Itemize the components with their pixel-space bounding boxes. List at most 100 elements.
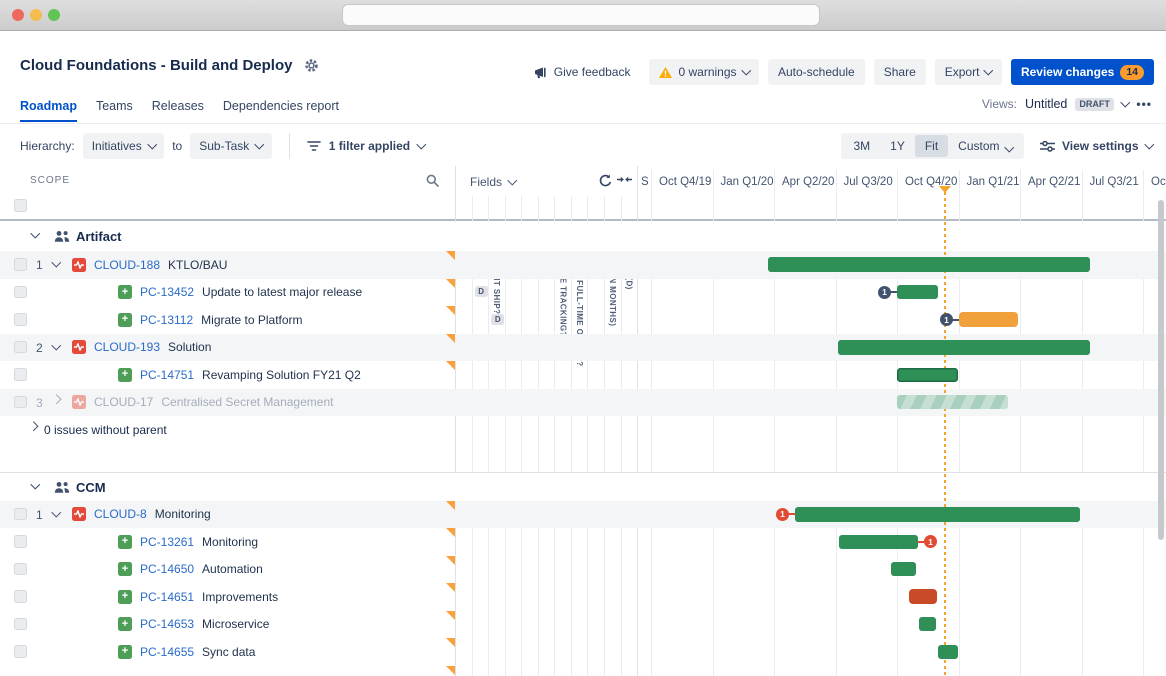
warnings-button[interactable]: 0 warnings: [649, 59, 759, 85]
timeframe-fit[interactable]: Fit: [915, 135, 948, 157]
issue-cell: +PC-14655Sync data: [118, 638, 255, 666]
hierarchy-label: Hierarchy:: [20, 139, 75, 153]
issue-key-link[interactable]: PC-14751: [140, 368, 194, 382]
gear-icon[interactable]: [304, 58, 319, 73]
fields-dropdown[interactable]: Fields: [470, 175, 516, 189]
tab-roadmap[interactable]: Roadmap: [20, 99, 77, 122]
close-window-button[interactable]: [12, 9, 24, 21]
row-checkbox[interactable]: [14, 341, 27, 354]
give-feedback-button[interactable]: Give feedback: [524, 59, 641, 85]
gantt-bar[interactable]: [838, 340, 1090, 355]
issue-row[interactable]: +PC-14655Sync data: [0, 638, 1166, 666]
initiative-type-icon: [72, 340, 86, 354]
row-checkbox[interactable]: [14, 368, 27, 381]
row-checkbox[interactable]: [14, 645, 27, 658]
timeframe-3m[interactable]: 3M: [843, 135, 880, 157]
issues-without-parent-row[interactable]: 0 issues without parent: [0, 416, 455, 444]
issue-key-link[interactable]: CLOUD-193: [94, 340, 160, 354]
expand-row-icon[interactable]: [52, 394, 61, 403]
share-button[interactable]: Share: [874, 59, 926, 85]
plan-tabs: Roadmap Teams Releases Dependencies report: [20, 99, 339, 122]
chevron-down-icon: [1144, 140, 1153, 149]
view-settings-button[interactable]: View settings: [1040, 139, 1152, 153]
issue-key-link[interactable]: PC-14653: [140, 617, 194, 631]
give-feedback-label: Give feedback: [554, 65, 631, 79]
dependency-badge[interactable]: 1: [878, 286, 891, 299]
vertical-scrollbar[interactable]: [1158, 200, 1164, 540]
more-options-button[interactable]: •••: [1136, 97, 1152, 111]
dependency-badge[interactable]: 1: [776, 508, 789, 521]
row-checkbox[interactable]: [14, 286, 27, 299]
row-checkbox[interactable]: [14, 590, 27, 603]
tab-teams[interactable]: Teams: [96, 99, 133, 122]
issue-row[interactable]: +PC-14751Revamping Solution FY21 Q2: [0, 361, 1166, 389]
chevron-down-icon[interactable]: [417, 140, 426, 149]
collapse-group-icon[interactable]: [31, 229, 40, 238]
hierarchy-from-select[interactable]: Initiatives: [83, 133, 165, 159]
gantt-bar[interactable]: [768, 257, 1090, 272]
collapse-row-icon[interactable]: [52, 258, 61, 267]
select-all-checkbox[interactable]: [14, 199, 27, 212]
issue-key-link[interactable]: PC-13112: [140, 313, 193, 327]
team-icon: [54, 481, 70, 494]
row-checkbox[interactable]: [14, 563, 27, 576]
timeframe-custom[interactable]: Custom: [948, 135, 1022, 157]
collapse-group-icon[interactable]: [31, 479, 40, 488]
minimize-window-button[interactable]: [30, 9, 42, 21]
chevron-down-icon[interactable]: [1121, 98, 1130, 107]
row-checkbox[interactable]: [14, 535, 27, 548]
gantt-bar[interactable]: [959, 312, 1018, 327]
row-checkbox[interactable]: [14, 258, 27, 271]
gantt-bar[interactable]: [909, 589, 937, 604]
review-changes-button[interactable]: Review changes 14: [1011, 59, 1154, 85]
row-checkbox[interactable]: [14, 313, 27, 326]
issue-row[interactable]: +PC-13261Monitoring: [0, 528, 1166, 556]
tab-releases[interactable]: Releases: [152, 99, 204, 122]
gantt-bar[interactable]: [839, 535, 918, 549]
divider: [0, 123, 1166, 124]
issue-row[interactable]: +PC-13452Update to latest major release: [0, 279, 1166, 307]
view-name[interactable]: Untitled: [1025, 97, 1067, 111]
hierarchy-to-select[interactable]: Sub-Task: [190, 133, 272, 159]
issue-key-link[interactable]: CLOUD-17: [94, 395, 153, 409]
gantt-bar[interactable]: [897, 285, 938, 299]
issue-row[interactable]: +PC-14651Improvements: [0, 583, 1166, 611]
address-bar[interactable]: [342, 4, 820, 26]
issue-key-link[interactable]: PC-13261: [140, 535, 194, 549]
quarter-label: Jan Q1/20: [721, 176, 774, 188]
issue-row[interactable]: +PC-14650Automation: [0, 556, 1166, 584]
issue-summary: Monitoring: [202, 535, 258, 549]
gantt-bar[interactable]: [897, 368, 958, 382]
gantt-bar[interactable]: [897, 395, 1008, 409]
expand-row-icon[interactable]: [29, 422, 38, 431]
today-marker-icon[interactable]: [939, 186, 951, 193]
gantt-bar[interactable]: [938, 645, 958, 659]
row-checkbox[interactable]: [14, 618, 27, 631]
issue-key-link[interactable]: PC-13452: [140, 285, 194, 299]
gantt-bar[interactable]: [795, 507, 1080, 522]
collapse-row-icon[interactable]: [52, 507, 61, 516]
issue-key-link[interactable]: CLOUD-188: [94, 258, 160, 272]
collapse-row-icon[interactable]: [52, 340, 61, 349]
gantt-bar[interactable]: [919, 617, 936, 631]
collapse-columns-icon[interactable]: [617, 174, 632, 185]
undo-icon[interactable]: [598, 174, 612, 188]
timeframe-1y[interactable]: 1Y: [880, 135, 915, 157]
search-icon[interactable]: [426, 174, 439, 187]
row-checkbox[interactable]: [14, 508, 27, 521]
issue-row[interactable]: +PC-14653Microservice: [0, 611, 1166, 639]
views-label: Views:: [982, 97, 1017, 111]
issue-key-link[interactable]: PC-14650: [140, 562, 194, 576]
issue-key-link[interactable]: PC-14651: [140, 590, 194, 604]
zoom-window-button[interactable]: [48, 9, 60, 21]
row-checkbox[interactable]: [14, 396, 27, 409]
auto-schedule-button[interactable]: Auto-schedule: [768, 59, 865, 85]
tab-dependencies-report[interactable]: Dependencies report: [223, 99, 339, 122]
export-button[interactable]: Export: [935, 59, 1002, 85]
gantt-bar[interactable]: [891, 562, 916, 576]
quarter-label: Apr Q2/20: [782, 176, 834, 188]
filter-applied-button[interactable]: 1 filter applied: [329, 139, 410, 153]
issue-key-link[interactable]: CLOUD-8: [94, 507, 147, 521]
issue-key-link[interactable]: PC-14655: [140, 645, 194, 659]
unsaved-change-indicator: [446, 583, 455, 592]
